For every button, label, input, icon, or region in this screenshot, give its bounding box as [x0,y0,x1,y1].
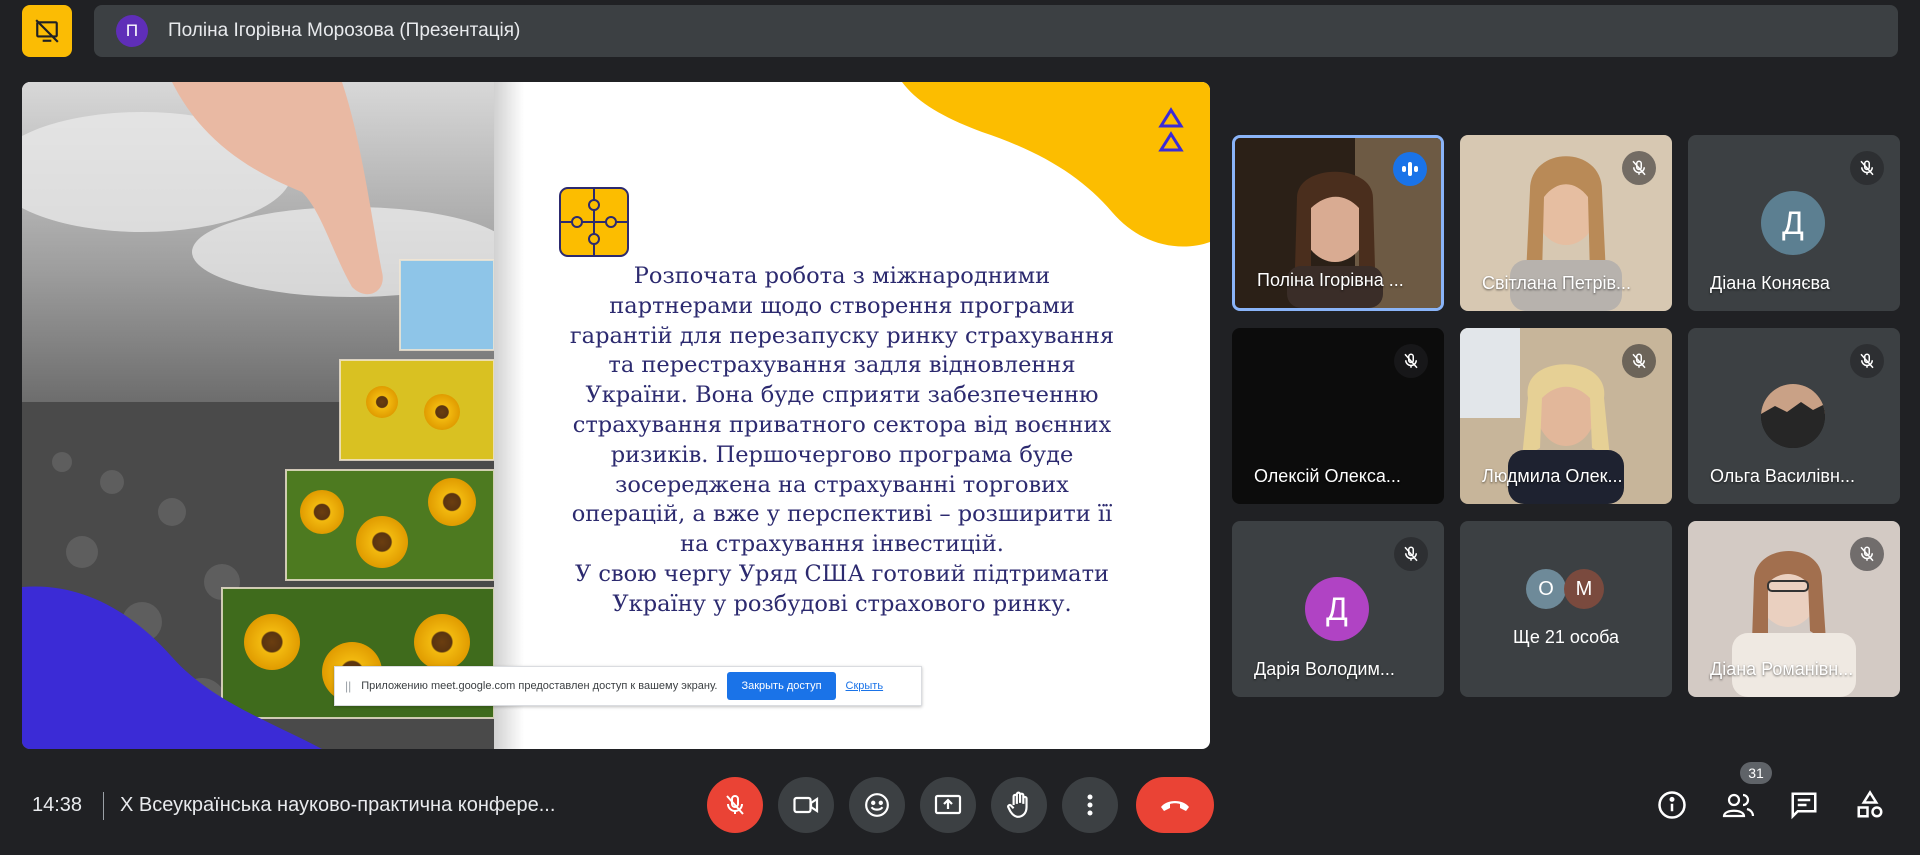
participant-name: Діана Романівн... [1710,659,1854,679]
mic-off-icon [1850,151,1884,185]
participant-tile[interactable]: Діана Романівн... [1688,521,1900,697]
participant-name: Поліна Ігорівна ... [1257,270,1404,290]
others-count-label: Ще 21 особа [1512,627,1620,647]
drag-handle-icon[interactable]: || [345,679,351,693]
camera-toggle-button[interactable] [778,777,834,833]
participant-name: Світлана Петрів... [1482,273,1632,293]
reactions-button[interactable] [849,777,905,833]
presentation-slide: Розпочата робота з міжнародними партнера… [22,82,1210,749]
meeting-title: X Всеукраїнська науково-практична конфер… [120,794,556,816]
participant-tile[interactable]: Д Дарія Володим... [1232,521,1444,697]
stop-sharing-button[interactable]: Закрыть доступ [727,672,836,700]
chat-icon [1791,792,1817,820]
presenter-avatar: П [116,15,148,47]
hide-notice-link[interactable]: Скрыть [846,680,884,692]
participant-name: Діана Коняєва [1710,273,1830,293]
emoji-icon [865,793,889,817]
present-screen-icon [934,794,962,815]
participant-tile[interactable]: Поліна Ігорівна ... [1232,135,1444,311]
video-camera-icon [793,796,819,814]
mic-off-icon [1850,344,1884,378]
present-screen-button[interactable] [920,777,976,833]
screen-share-notice: || Приложению meet.google.com предоставл… [334,666,922,706]
divider [103,792,104,820]
presenter-bar[interactable]: П Поліна Ігорівна Морозова (Презентація) [94,5,1898,57]
activities-icon [1857,790,1883,818]
slide-body-text: Розпочата робота з міжнародними партнера… [569,263,1115,617]
participant-tile[interactable]: Людмила Олек... [1460,328,1672,504]
mic-off-icon [1394,537,1428,571]
people-button[interactable] [1718,785,1758,825]
others-avatar: М [1564,569,1604,609]
participant-name: Олексій Олекса... [1254,466,1401,486]
raise-hand-button[interactable] [991,777,1047,833]
participant-avatar [1761,384,1825,448]
participant-avatar: Д [1305,577,1369,641]
leave-call-button[interactable] [1136,777,1214,833]
participant-tile[interactable]: Ольга Василівн... [1688,328,1900,504]
chat-button[interactable] [1784,785,1824,825]
more-vertical-icon [1087,794,1093,816]
participant-tile[interactable]: Світлана Петрів... [1460,135,1672,311]
participant-avatar: Д [1761,191,1825,255]
mic-off-icon [1622,344,1656,378]
people-icon [1722,793,1755,818]
presenter-label: Поліна Ігорівна Морозова (Презентація) [168,20,521,41]
meeting-time: 14:38 [32,794,83,816]
participant-name: Людмила Олек... [1482,466,1623,486]
participant-name: Ольга Василівн... [1710,466,1855,486]
share-notice-text: Приложению meet.google.com предоставлен … [361,680,718,692]
mic-off-icon [1622,151,1656,185]
participant-name: Дарія Володим... [1254,659,1395,679]
more-options-button[interactable] [1062,777,1118,833]
others-tile[interactable]: О М Ще 21 особа [1460,521,1672,697]
mic-off-icon [726,795,744,815]
mic-off-icon [1394,344,1428,378]
presentation-indicator[interactable] [22,5,72,57]
meeting-details-button[interactable] [1652,785,1692,825]
participant-tile[interactable]: Д Діана Коняєва [1688,135,1900,311]
participant-tile[interactable]: Олексій Олекса... [1232,328,1444,504]
info-icon [1658,791,1686,819]
others-avatar: О [1526,569,1566,609]
microphone-toggle-button[interactable] [707,777,763,833]
present-off-icon [35,19,59,43]
hang-up-icon [1161,801,1189,811]
hand-icon [1007,791,1028,818]
participant-count-badge: 31 [1740,762,1772,784]
mic-off-icon [1850,537,1884,571]
activities-button[interactable] [1850,785,1890,825]
speaking-indicator-icon [1393,152,1427,186]
